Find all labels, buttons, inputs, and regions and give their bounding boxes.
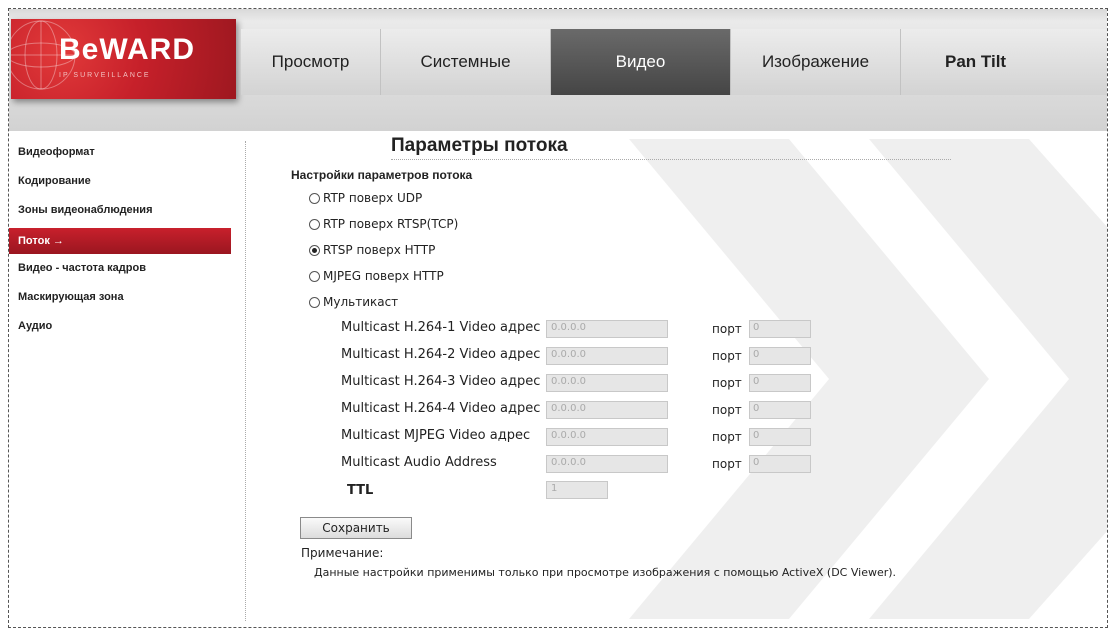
multicast-audio-input[interactable]: 0.0.0.0 bbox=[546, 455, 668, 473]
app-frame: BeWARD IP SURVEILLANCE Просмотр Системны… bbox=[8, 8, 1108, 628]
radio-label: MJPEG поверх HTTP bbox=[323, 269, 444, 283]
header: BeWARD IP SURVEILLANCE Просмотр Системны… bbox=[9, 9, 1107, 131]
note-text: Данные настройки применимы только при пр… bbox=[314, 566, 897, 579]
multicast-h264-3-input[interactable]: 0.0.0.0 bbox=[546, 374, 668, 392]
sidebar-item-encoding[interactable]: Кодирование bbox=[9, 170, 245, 199]
radio-label: RTSP поверх HTTP bbox=[323, 243, 436, 257]
multicast-mjpeg-port-input[interactable]: 0 bbox=[749, 428, 811, 446]
radio-rtsp-http[interactable]: RTSP поверх HTTP bbox=[309, 243, 435, 257]
tab-view[interactable]: Просмотр bbox=[241, 29, 381, 95]
radio-button[interactable] bbox=[309, 218, 320, 230]
tab-system[interactable]: Системные bbox=[381, 29, 551, 95]
multicast-h264-4-port-input[interactable]: 0 bbox=[749, 401, 811, 419]
sidebar-item-stream[interactable]: Поток → bbox=[9, 228, 231, 254]
multicast-h264-4-label: Multicast H.264-4 Video адрес bbox=[341, 401, 541, 416]
multicast-h264-2-input[interactable]: 0.0.0.0 bbox=[546, 347, 668, 365]
radio-rtp-udp[interactable]: RTP поверх UDP bbox=[309, 191, 422, 205]
sidebar-item-surveillance-zones[interactable]: Зоны видеонаблюдения bbox=[9, 199, 245, 228]
radio-label: RTP поверх UDP bbox=[323, 191, 423, 205]
port-label: порт bbox=[712, 349, 742, 363]
page-title: Параметры потока bbox=[391, 135, 568, 156]
radio-label: RTP поверх RTSP(TCP) bbox=[323, 217, 459, 231]
radio-button[interactable] bbox=[309, 296, 320, 308]
multicast-audio-port-input[interactable]: 0 bbox=[749, 455, 811, 473]
multicast-h264-1-input[interactable]: 0.0.0.0 bbox=[546, 320, 668, 338]
save-button[interactable]: Сохранить bbox=[300, 517, 412, 539]
sidebar: Видеоформат Кодирование Зоны видеонаблюд… bbox=[9, 141, 246, 621]
tab-video[interactable]: Видео bbox=[551, 29, 731, 95]
sidebar-item-mask-zone[interactable]: Маскирующая зона bbox=[9, 286, 245, 315]
brand-tagline: IP SURVEILLANCE bbox=[59, 72, 151, 79]
multicast-h264-2-label: Multicast H.264-2 Video адрес bbox=[341, 347, 541, 362]
port-label: порт bbox=[712, 457, 742, 471]
sidebar-item-audio[interactable]: Аудио bbox=[9, 315, 245, 344]
radio-button[interactable] bbox=[309, 192, 320, 204]
multicast-h264-3-label: Multicast H.264-3 Video адрес bbox=[341, 374, 541, 389]
multicast-h264-4-input[interactable]: 0.0.0.0 bbox=[546, 401, 668, 419]
section-title: Настройки параметров потока bbox=[291, 168, 473, 182]
radio-multicast[interactable]: Мультикаст bbox=[309, 295, 398, 309]
sidebar-item-videoformat[interactable]: Видеоформат bbox=[9, 141, 245, 170]
brand-logo: BeWARD IP SURVEILLANCE bbox=[11, 19, 236, 99]
sidebar-item-framerate[interactable]: Видео - частота кадров bbox=[9, 257, 245, 286]
port-label: порт bbox=[712, 403, 742, 417]
brand-name: BeWARD bbox=[59, 33, 196, 66]
note-title: Примечание: bbox=[301, 546, 384, 560]
multicast-h264-1-port-input[interactable]: 0 bbox=[749, 320, 811, 338]
multicast-h264-1-label: Multicast H.264-1 Video адрес bbox=[341, 320, 541, 335]
multicast-audio-label: Multicast Audio Address bbox=[341, 455, 497, 470]
radio-button[interactable] bbox=[309, 270, 320, 282]
ttl-input[interactable]: 1 bbox=[546, 481, 608, 499]
multicast-mjpeg-label: Multicast MJPEG Video адрес bbox=[341, 428, 531, 443]
port-label: порт bbox=[712, 430, 742, 444]
ttl-label: TTL bbox=[347, 483, 374, 498]
top-nav: Просмотр Системные Видео Изображение Pan… bbox=[241, 29, 1107, 95]
radio-rtp-rtsp[interactable]: RTP поверх RTSP(TCP) bbox=[309, 217, 458, 231]
tab-image[interactable]: Изображение bbox=[731, 29, 901, 95]
tab-pan-tilt[interactable]: Pan Tilt bbox=[901, 29, 1107, 95]
port-label: порт bbox=[712, 376, 742, 390]
radio-mjpeg-http[interactable]: MJPEG поверх HTTP bbox=[309, 269, 444, 283]
radio-button[interactable] bbox=[309, 244, 320, 256]
multicast-h264-3-port-input[interactable]: 0 bbox=[749, 374, 811, 392]
multicast-h264-2-port-input[interactable]: 0 bbox=[749, 347, 811, 365]
multicast-mjpeg-input[interactable]: 0.0.0.0 bbox=[546, 428, 668, 446]
port-label: порт bbox=[712, 322, 742, 336]
radio-label: Мультикаст bbox=[323, 295, 399, 309]
title-divider bbox=[391, 159, 951, 160]
